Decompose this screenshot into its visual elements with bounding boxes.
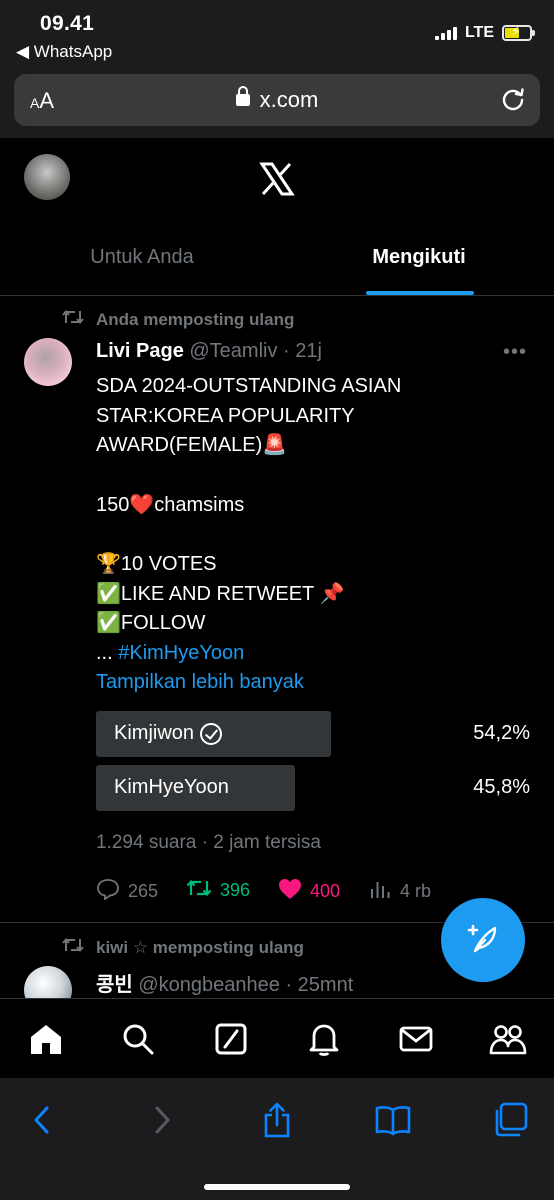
heart-icon [278,878,302,905]
views-button[interactable]: 4 rb [370,878,431,905]
retweet-context: kiwi ☆ memposting ulang [62,936,304,959]
signal-icon [434,26,457,40]
poll-percent: 45,8% [473,776,530,798]
battery-icon: ⚡ [502,23,535,41]
author-name[interactable]: 콩빈 [96,974,133,996]
notifications-bell-icon[interactable] [304,1019,344,1059]
browser-forward-icon[interactable] [142,1100,182,1140]
tweet-line: ✅FOLLOW [96,612,206,634]
like-count: 400 [310,881,341,901]
share-icon[interactable] [257,1100,297,1140]
retweet-icon [186,878,212,903]
compose-feather-icon [463,918,503,963]
hashtag-link[interactable]: #KimHyeYoon [118,642,244,664]
poll-option-text: KimHyeYoon [114,776,229,798]
ellipsis: ... [96,641,119,664]
timeline-tabs: Untuk Anda Mengikuti [0,218,554,296]
poll-option-label: Kimjiwon [114,722,223,745]
views-icon [370,878,392,905]
poll-meta: 1.294 suara · 2 jam tersisa [96,832,321,853]
author-name[interactable]: Livi Page [96,340,184,362]
author-handle-time[interactable]: @Teamliv · 21j [184,340,322,362]
show-more-link[interactable]: Tampilkan lebih banyak [96,668,536,698]
views-count: 4 rb [400,881,432,901]
grok-icon[interactable] [211,1019,251,1059]
communities-icon[interactable] [488,1019,528,1059]
x-logo[interactable] [259,162,295,205]
tab-for-you[interactable]: Untuk Anda [0,218,284,296]
retweet-count: 396 [220,880,251,900]
active-tab-indicator [366,291,474,295]
hashtag-line: ... #KimHyeYoon [96,639,536,669]
url-field[interactable]: AA x.com [14,74,540,126]
lock-icon [235,86,250,106]
tweet-line: 150❤️chamsims [96,493,245,516]
reply-button[interactable]: 265 [96,878,158,905]
safari-toolbar [0,1078,554,1200]
retweet-icon [62,936,84,959]
clock: 09.41 [40,12,95,35]
retweet-context-label: kiwi ☆ memposting ulang [96,937,304,957]
reply-count: 265 [128,881,159,901]
search-icon[interactable] [118,1019,158,1059]
poll-percent: 54,2% [473,722,530,744]
tweet-line: 🏆10 VOTES [96,553,217,575]
like-button[interactable]: 400 [278,878,340,905]
url-display[interactable]: x.com [14,86,540,113]
profile-avatar[interactable] [24,154,70,200]
url-text: x.com [259,87,319,112]
retweet-context-label: Anda memposting ulang [96,309,295,329]
messages-mail-icon[interactable] [396,1019,436,1059]
tweet-text: SDA 2024-OUTSTANDING ASIAN STAR:KOREA PO… [96,372,536,698]
poll-option: KimHyeYoon 45,8% [96,765,530,811]
poll: Kimjiwon 54,2% KimHyeYoon 45,8% [96,711,530,819]
poll-option-text: Kimjiwon [114,722,195,744]
retweet-icon [62,308,84,331]
home-indicator [204,1184,350,1190]
voted-check-icon [200,722,223,745]
status-bar: 09.41 ◀ WhatsApp LTE ⚡ [0,0,554,66]
author-handle-time[interactable]: @kongbeanhee · 25mnt [133,974,353,996]
bookmarks-book-icon[interactable] [373,1100,413,1140]
tweet-header: Livi Page @Teamliv · 21j [96,340,322,363]
retweet-button[interactable]: 396 [186,878,250,903]
tweet-line: ✅LIKE AND RETWEET 📌 [96,582,345,605]
bottom-navigation [0,998,554,1078]
status-indicators: LTE ⚡ [434,23,535,42]
tweet-line: SDA 2024-OUTSTANDING ASIAN [96,375,402,397]
more-options-icon[interactable]: ••• [503,341,527,364]
tabs-overview-icon[interactable] [490,1100,530,1140]
compose-post-button[interactable] [441,898,525,982]
network-type: LTE [464,24,494,41]
tweet-line: STAR:KOREA POPULARITY [96,404,355,427]
home-icon[interactable] [26,1019,66,1059]
browser-back-icon[interactable] [22,1100,62,1140]
back-to-whatsapp-link[interactable]: ◀ WhatsApp [16,42,112,62]
tab-following[interactable]: Mengikuti [284,218,554,296]
retweet-context: Anda memposting ulang [62,308,294,331]
tweet-line: AWARD(FEMALE)🚨 [96,434,288,456]
browser-address-area: AA x.com [0,66,554,138]
poll-option: Kimjiwon 54,2% [96,711,530,757]
tweet-header: 콩빈 @kongbeanhee · 25mnt [96,968,353,997]
author-avatar[interactable] [24,338,72,386]
reload-icon[interactable] [500,86,526,117]
poll-option-label: KimHyeYoon [114,776,229,799]
x-header [0,138,554,218]
reply-icon [96,878,120,905]
